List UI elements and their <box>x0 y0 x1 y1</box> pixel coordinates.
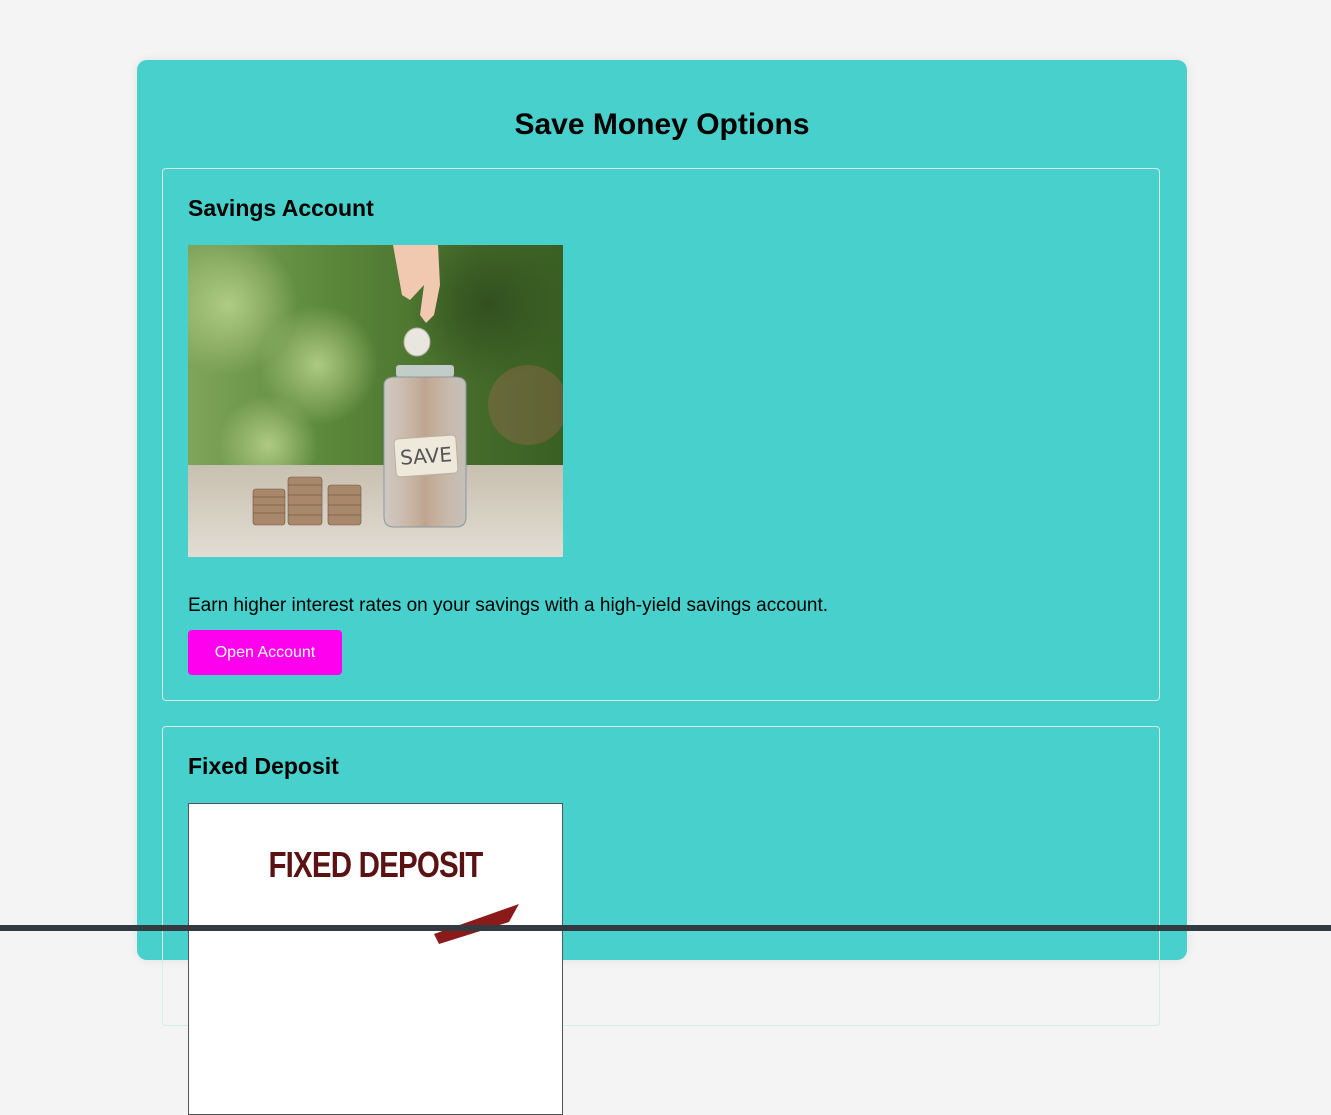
page-title: Save Money Options <box>514 108 810 141</box>
open-account-button[interactable]: Open Account <box>188 630 342 675</box>
savings-jar-image: SAVE <box>188 245 563 557</box>
arrow-icon <box>434 904 519 944</box>
card-title: Fixed Deposit <box>188 753 339 779</box>
card-title: Savings Account <box>188 195 374 221</box>
bottom-bar <box>0 925 1331 931</box>
savings-account-card: Savings Account SAVE Earn higher interes… <box>162 168 1160 701</box>
jar-label: SAVE <box>399 442 452 470</box>
fixed-deposit-image: FIXED DEPOSIT <box>188 803 563 1115</box>
options-panel: Save Money Options Savings Account SAVE … <box>137 60 1187 1115</box>
card-description: Earn higher interest rates on your savin… <box>188 595 829 616</box>
fixed-deposit-card: Fixed Deposit FIXED DEPOSIT <box>162 726 1160 1115</box>
